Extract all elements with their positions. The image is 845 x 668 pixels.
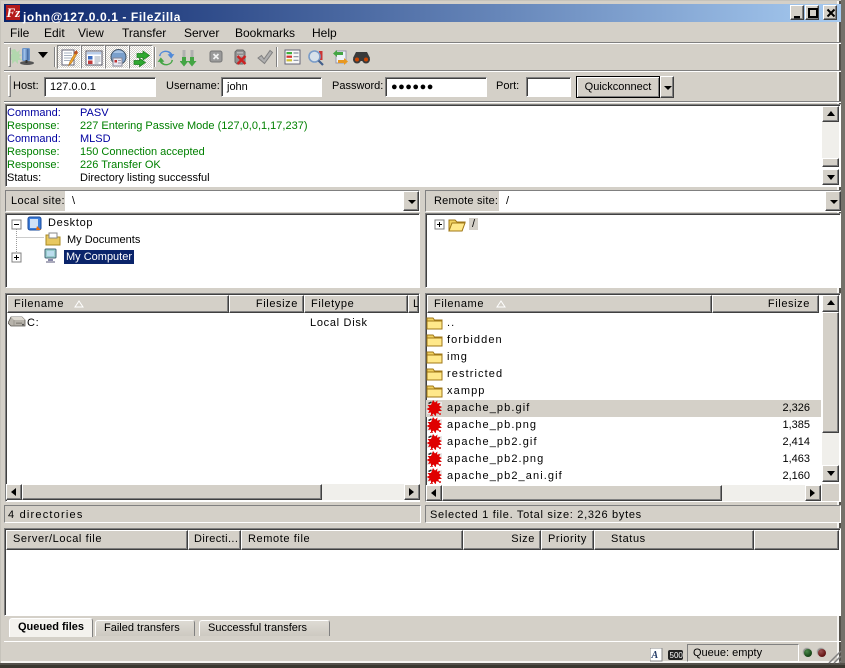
- svg-text:Fz: Fz: [6, 5, 21, 20]
- svg-text:500: 500: [670, 651, 684, 660]
- svg-text:A: A: [651, 650, 659, 661]
